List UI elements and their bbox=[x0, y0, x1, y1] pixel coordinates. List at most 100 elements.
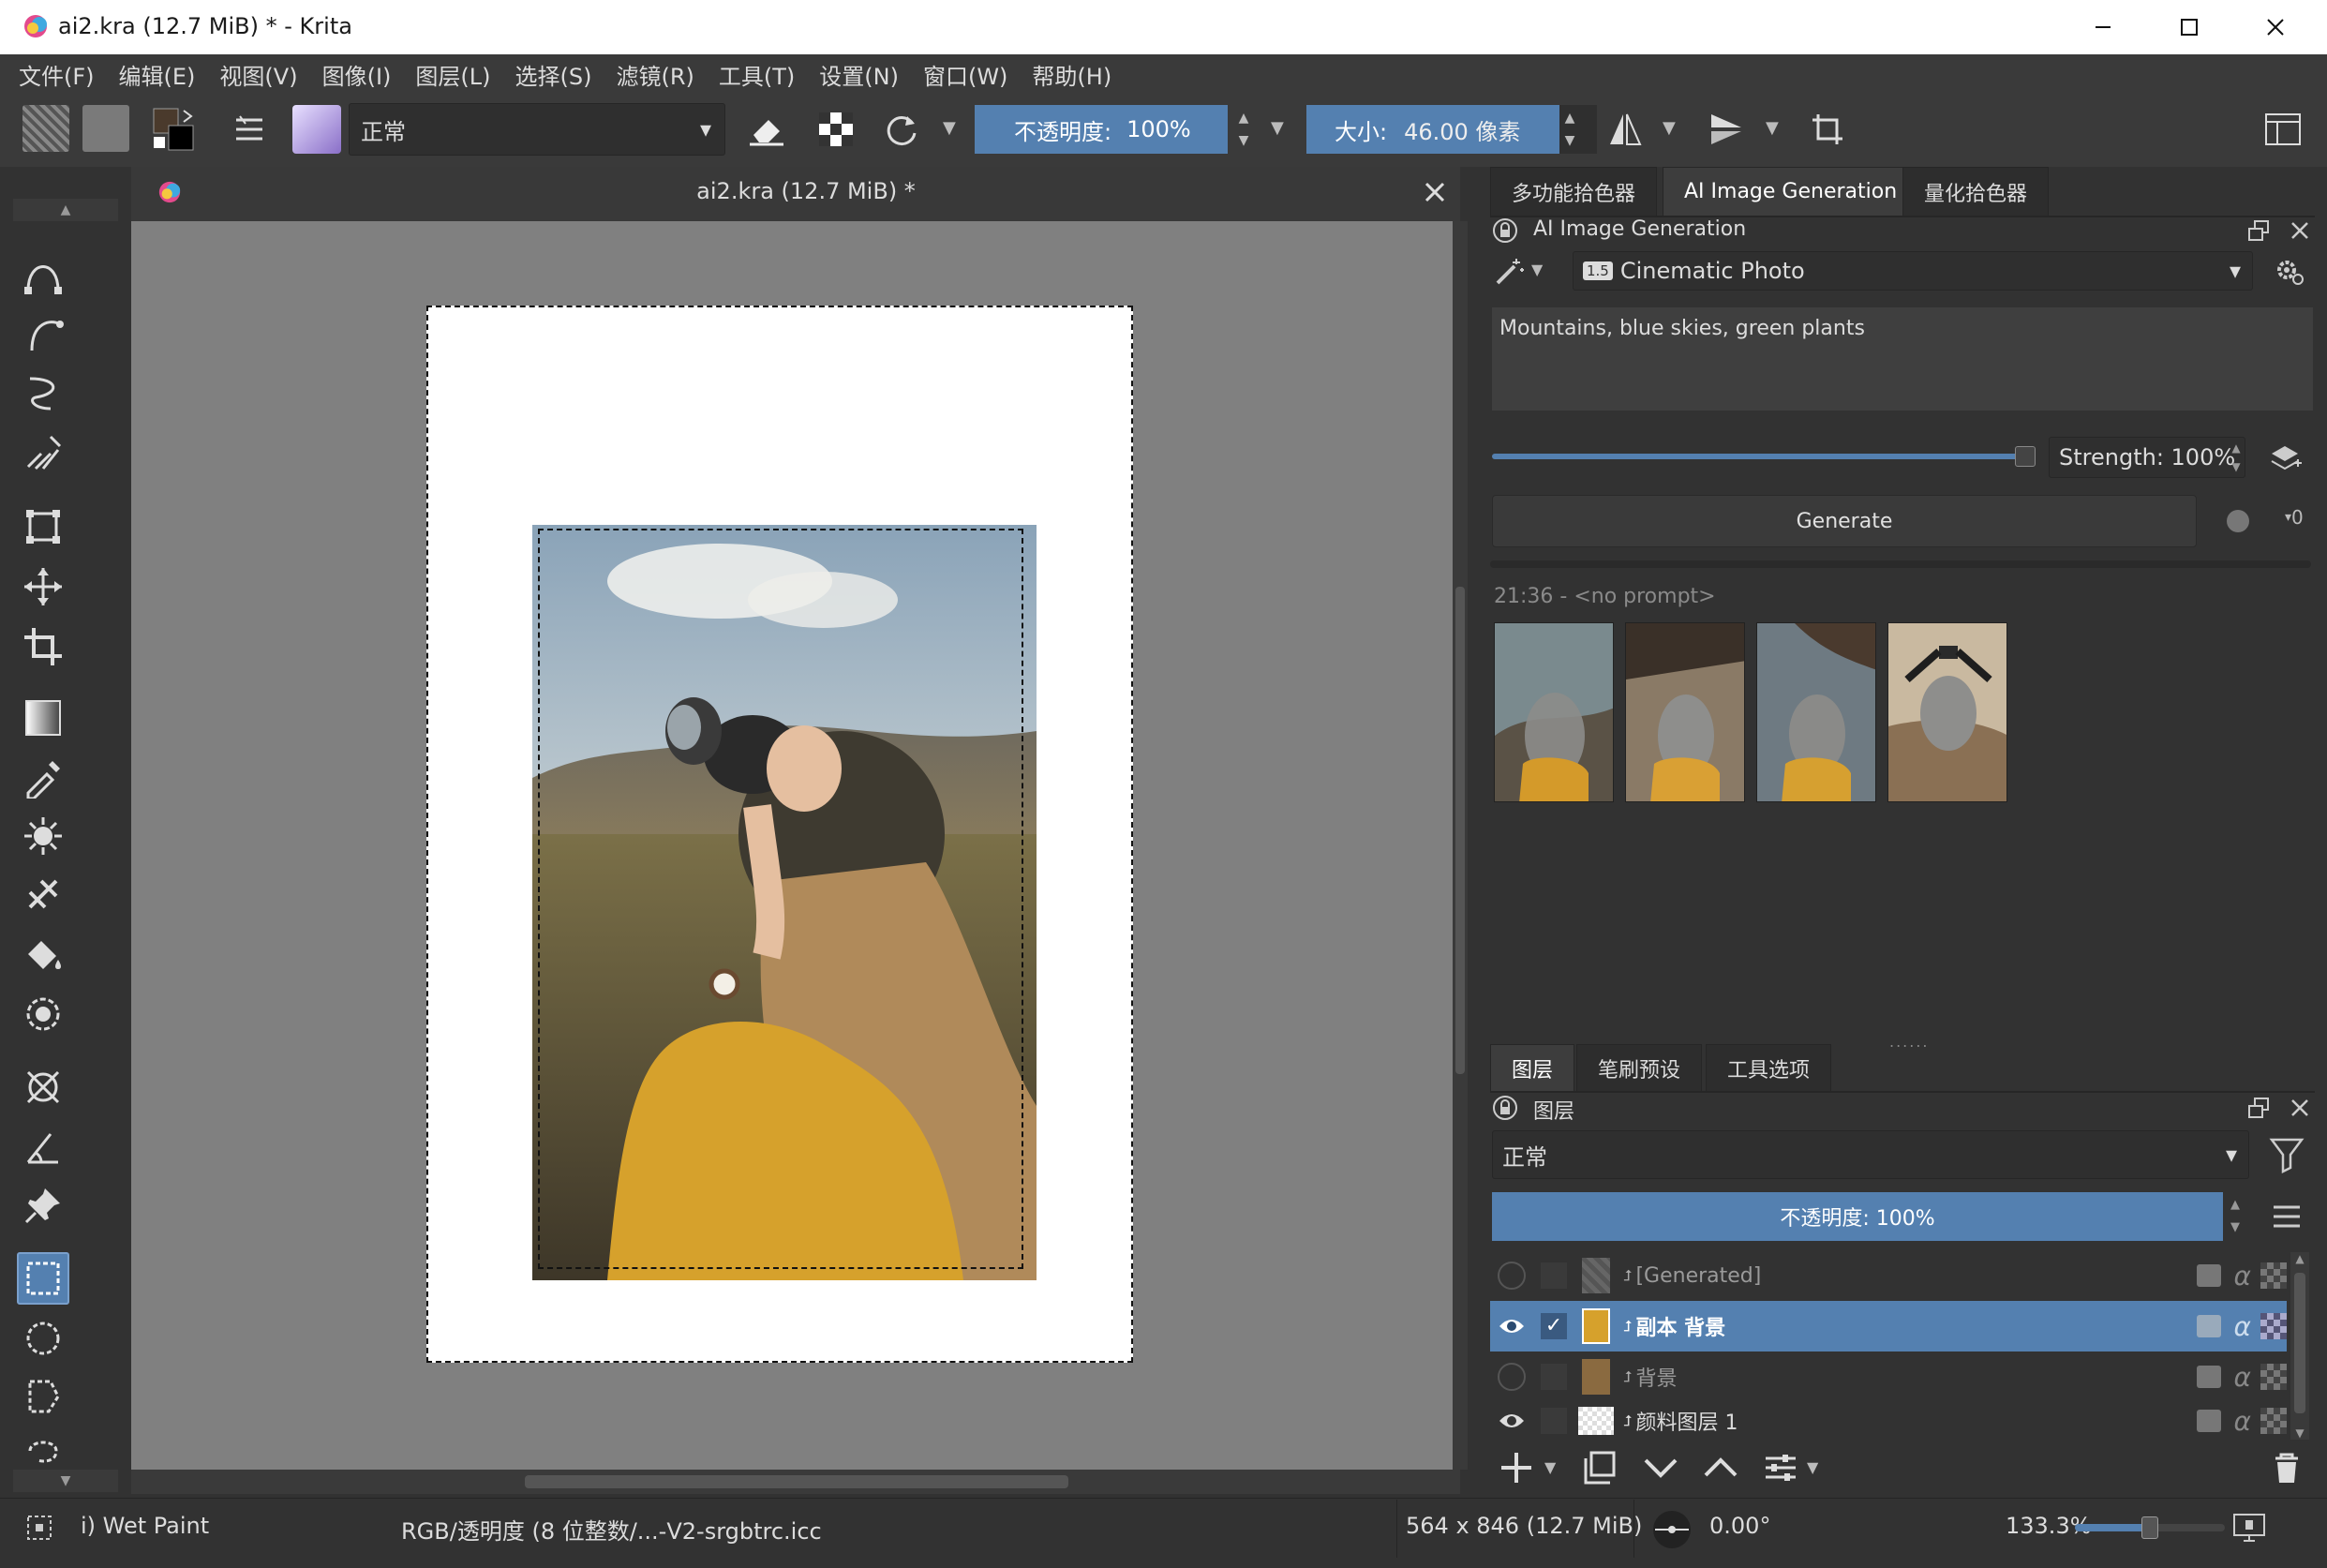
lock-icon[interactable] bbox=[1492, 1095, 1518, 1121]
layer-name[interactable]: 背景 bbox=[1635, 1362, 1677, 1392]
dynamic-brush-tool-icon[interactable] bbox=[17, 366, 69, 418]
style-dropdown[interactable]: 1.5 Cinematic Photo ▾ bbox=[1573, 251, 2253, 291]
tab-advanced-color-selector[interactable]: 多功能拾色器 bbox=[1490, 167, 1658, 216]
zoom-slider-handle[interactable] bbox=[2141, 1516, 2158, 1539]
color-profile[interactable]: RGB/透明度 (8 位整数/...-V2-srgbtrc.icc bbox=[401, 1513, 822, 1546]
tab-ai-image-generation[interactable]: AI Image Generation bbox=[1663, 167, 1919, 216]
layer-row[interactable]: ⮥ 颜料图层 1 α bbox=[1490, 1402, 2287, 1440]
lock-layer-icon[interactable] bbox=[2196, 1315, 2221, 1337]
rotation-value[interactable]: 0.00° bbox=[1709, 1513, 1770, 1539]
layer-properties-icon[interactable] bbox=[1762, 1449, 1799, 1486]
workspace-icon[interactable] bbox=[2259, 105, 2307, 154]
fill-tool-icon[interactable] bbox=[17, 928, 69, 980]
menu-settings[interactable]: 设置(N) bbox=[819, 58, 899, 91]
control-layers-icon[interactable] bbox=[2268, 441, 2302, 474]
scrollbar-thumb[interactable] bbox=[2294, 1273, 2305, 1413]
move-layer-down-icon[interactable] bbox=[1642, 1449, 1679, 1486]
pattern-preset-icon[interactable] bbox=[82, 105, 129, 152]
batch-count-dropdown[interactable]: ▾ 0 bbox=[2285, 506, 2304, 529]
brush-size-slider[interactable]: 大小: 46.00 像素 bbox=[1306, 105, 1559, 154]
menu-image[interactable]: 图像(I) bbox=[322, 58, 392, 91]
menu-help[interactable]: 帮助(H) bbox=[1032, 58, 1111, 91]
brush-preset-icon[interactable] bbox=[292, 105, 341, 154]
gradient-preset-icon[interactable] bbox=[22, 105, 69, 152]
layer-opacity-slider[interactable]: 不透明度: 100% bbox=[1492, 1192, 2223, 1241]
perspective-grid-tool-icon[interactable] bbox=[17, 1061, 69, 1113]
tab-brush-presets[interactable]: 笔刷预设 bbox=[1576, 1044, 1703, 1091]
canvas-horizontal-scrollbar[interactable] bbox=[131, 1470, 1460, 1494]
layer-name[interactable]: [Generated] bbox=[1635, 1264, 1761, 1288]
enclose-fill-tool-icon[interactable] bbox=[17, 988, 69, 1040]
crop-tool-icon[interactable] bbox=[17, 620, 69, 673]
filter-icon[interactable] bbox=[2268, 1136, 2305, 1173]
queue-status-icon[interactable] bbox=[2227, 510, 2249, 532]
smart-patch-tool-icon[interactable] bbox=[17, 810, 69, 862]
visibility-hidden-icon[interactable] bbox=[1498, 1262, 1526, 1290]
menu-layer[interactable]: 图层(L) bbox=[415, 58, 490, 91]
color-picker-tool-icon[interactable] bbox=[17, 752, 69, 804]
visibility-eye-icon[interactable] bbox=[1498, 1407, 1526, 1435]
brush-settings-icon[interactable] bbox=[225, 105, 274, 154]
alpha-lock-icon[interactable] bbox=[2260, 1364, 2287, 1390]
chevron-down-icon[interactable]: ▼ bbox=[1807, 1458, 1818, 1476]
move-tool-icon[interactable] bbox=[17, 560, 69, 613]
move-layer-up-icon[interactable] bbox=[1702, 1449, 1739, 1486]
alpha-inherit-icon[interactable]: α bbox=[2234, 1261, 2251, 1292]
layer-checkbox[interactable] bbox=[1541, 1408, 1567, 1434]
layer-blend-mode-dropdown[interactable]: 正常 ▾ bbox=[1492, 1130, 2249, 1179]
zoom-slider[interactable] bbox=[2075, 1516, 2225, 1539]
visibility-hidden-icon[interactable] bbox=[1498, 1363, 1526, 1391]
menu-edit[interactable]: 编辑(E) bbox=[119, 58, 196, 91]
settings-gear-icon[interactable] bbox=[2272, 255, 2305, 289]
rotation-dial-icon[interactable] bbox=[1651, 1509, 1693, 1550]
toolbox-scroll-down[interactable]: ▼ bbox=[13, 1470, 118, 1492]
float-panel-icon[interactable] bbox=[2245, 1095, 2272, 1121]
alpha-inherit-icon[interactable]: α bbox=[2234, 1406, 2251, 1437]
minimize-button[interactable] bbox=[2060, 0, 2146, 54]
generated-thumbnail-4[interactable] bbox=[1887, 622, 2007, 802]
menu-file[interactable]: 文件(F) bbox=[19, 58, 95, 91]
chevron-down-icon[interactable]: ▼ bbox=[1663, 118, 1676, 138]
strength-spinbox[interactable]: Strength: 100% bbox=[2049, 437, 2245, 478]
dock-splitter-handle[interactable]: ...... bbox=[1889, 1033, 1930, 1051]
menu-filter[interactable]: 滤镜(R) bbox=[616, 58, 694, 91]
selection-marquee[interactable] bbox=[538, 529, 1023, 1269]
chevron-down-icon[interactable]: ▼ bbox=[1544, 1458, 1556, 1476]
generated-thumbnail-3[interactable] bbox=[1756, 622, 1876, 802]
gradient-tool-icon[interactable] bbox=[17, 692, 69, 744]
duplicate-layer-icon[interactable] bbox=[1580, 1449, 1618, 1486]
lock-layer-icon[interactable] bbox=[2196, 1410, 2221, 1432]
scrollbar-thumb[interactable] bbox=[525, 1475, 1068, 1488]
menu-select[interactable]: 选择(S) bbox=[515, 58, 592, 91]
tab-quantized-color-selector[interactable]: 量化拾色器 bbox=[1902, 167, 2050, 216]
document-tab-title[interactable]: ai2.kra (12.7 MiB) * bbox=[525, 178, 1087, 204]
assistant-tool-icon[interactable] bbox=[17, 868, 69, 920]
layer-row[interactable]: ✓ ⮥ 副本 背景 α bbox=[1490, 1301, 2287, 1351]
delete-layer-icon[interactable] bbox=[2268, 1449, 2305, 1486]
measure-tool-icon[interactable] bbox=[17, 1121, 69, 1173]
layer-checkbox[interactable] bbox=[1541, 1364, 1567, 1390]
strength-slider-handle[interactable] bbox=[2015, 446, 2036, 467]
float-panel-icon[interactable] bbox=[2245, 217, 2272, 244]
generated-thumbnail-2[interactable] bbox=[1625, 622, 1745, 802]
color-swatch-icon[interactable] bbox=[150, 105, 206, 156]
transform-tool-icon[interactable] bbox=[17, 500, 69, 553]
multibrush-tool-icon[interactable] bbox=[17, 426, 69, 478]
reload-preset-icon[interactable] bbox=[877, 105, 926, 154]
opacity-spinner[interactable]: ▲ ▼ bbox=[1233, 107, 1254, 152]
tab-tool-options[interactable]: 工具选项 bbox=[1706, 1044, 1832, 1091]
polygonal-selection-tool-icon[interactable] bbox=[17, 1370, 69, 1423]
freehand-path-tool-icon[interactable] bbox=[17, 307, 69, 360]
bezier-curve-tool-icon[interactable] bbox=[17, 247, 69, 300]
fit-to-screen-icon[interactable] bbox=[2232, 1513, 2266, 1543]
size-spinner[interactable]: ▲ ▼ bbox=[1559, 107, 1580, 152]
menu-tools[interactable]: 工具(T) bbox=[719, 58, 795, 91]
alpha-lock-icon[interactable] bbox=[812, 105, 860, 154]
magic-wand-icon[interactable] bbox=[1492, 255, 1529, 289]
prompt-input[interactable]: Mountains, blue skies, green plants bbox=[1492, 307, 2313, 411]
image-dimensions[interactable]: 564 x 846 (12.7 MiB) bbox=[1406, 1513, 1642, 1539]
lock-icon[interactable] bbox=[1492, 217, 1518, 244]
layers-scrollbar[interactable]: ▲ ▼ bbox=[2290, 1252, 2309, 1440]
brush-preset-name[interactable]: i) Wet Paint bbox=[81, 1513, 209, 1539]
canvas-vertical-scrollbar[interactable] bbox=[1453, 221, 1468, 1470]
